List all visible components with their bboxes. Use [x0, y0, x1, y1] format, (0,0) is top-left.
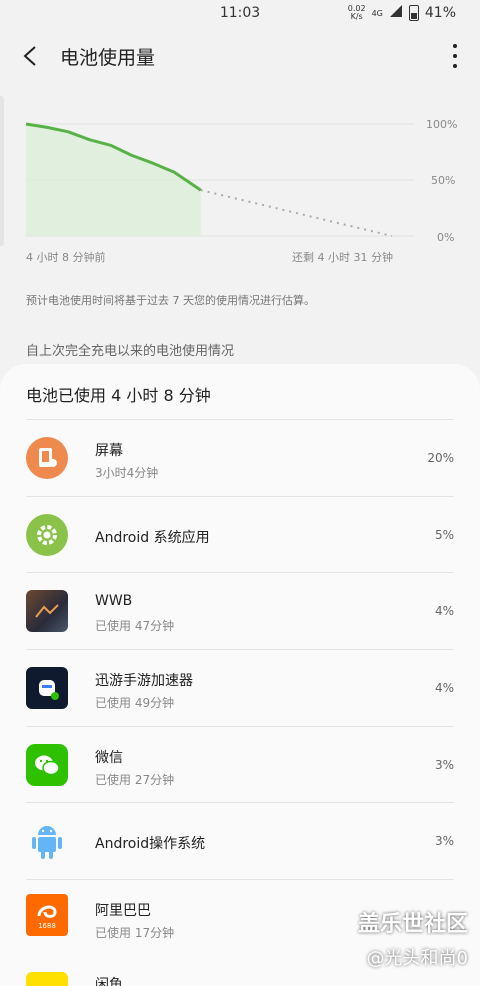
watermark-user: @光头和尚0 — [366, 948, 468, 969]
app-usage: 已使用 47分钟 — [95, 619, 175, 633]
app-name: 阿里巴巴 — [95, 903, 151, 919]
app-name: Android操作系统 — [95, 836, 206, 852]
app-percent: 20% — [427, 451, 454, 465]
back-arrow-icon — [23, 46, 36, 66]
android-icon — [26, 820, 68, 862]
app-usage: 已使用 17分钟 — [95, 926, 175, 940]
list-item-wwb[interactable]: WWB 已使用 47分钟 4% — [0, 573, 480, 649]
app-usage: 3小时4分钟 — [95, 466, 159, 480]
projection-line — [200, 189, 393, 237]
y-tick-label: 100% — [426, 118, 458, 131]
y-tick-label: 50% — [431, 174, 456, 187]
usage-area — [26, 124, 201, 236]
app-name: 屏幕 — [95, 443, 123, 459]
list-item-android-os[interactable]: Android操作系统 3% — [0, 803, 480, 879]
section-title: 自上次完全充电以来的电池使用情况 — [26, 344, 235, 359]
more-dot-icon — [453, 64, 457, 68]
status-bar: 11:03 0.02 K/s 4G 41% — [0, 0, 480, 26]
app-percent: 3% — [434, 758, 454, 772]
app-bar: 电池使用量 — [0, 26, 480, 86]
page-title: 电池使用量 — [60, 46, 156, 69]
battery-line-chart — [25, 122, 414, 237]
card-title: 电池已使用 4 小时 8 分钟 — [26, 386, 211, 405]
x-end-label: 还剩 4 小时 31 分钟 — [292, 251, 393, 264]
more-dot-icon — [453, 44, 457, 48]
app-name: Android 系统应用 — [95, 530, 210, 546]
wechat-icon — [26, 744, 68, 786]
estimate-note: 预计电池使用时间将基于过去 7 天您的使用情况进行估算。 — [26, 294, 315, 307]
app-percent: 4% — [434, 604, 454, 618]
game-icon — [26, 590, 68, 632]
app-name: WWB — [95, 593, 133, 609]
alibaba-badge: 1688 — [38, 922, 56, 930]
list-item-screen[interactable]: 屏幕 3小时4分钟 20% — [0, 420, 480, 496]
app-percent: 5% — [434, 528, 454, 542]
screen-icon — [26, 437, 68, 479]
battery-icon — [408, 5, 419, 21]
list-item-xunyou[interactable]: 迅游手游加速器 已使用 49分钟 4% — [0, 650, 480, 726]
list-item-wechat[interactable]: 微信 已使用 27分钟 3% — [0, 727, 480, 803]
alibaba-icon: 1688 — [26, 894, 68, 936]
app-percent: 3% — [434, 834, 454, 848]
x-start-label: 4 小时 8 分钟前 — [26, 251, 106, 264]
list-item-android-system-apps[interactable]: Android 系统应用 5% — [0, 497, 480, 573]
network-speed: 0.02 K/s — [347, 4, 366, 21]
watermark-community: 盖乐世社区 — [357, 912, 468, 937]
app-usage: 已使用 49分钟 — [95, 696, 175, 710]
app-usage: 已使用 27分钟 — [95, 773, 175, 787]
app-percent: 4% — [434, 681, 454, 695]
robot-icon — [26, 667, 68, 709]
status-icons: 0.02 K/s 4G 41% — [348, 4, 456, 22]
more-options-button[interactable] — [452, 44, 458, 68]
app-name: 闲鱼 — [95, 977, 123, 986]
battery-percent: 41% — [424, 5, 456, 21]
usage-card: 电池已使用 4 小时 8 分钟 屏幕 3小时4分钟 20% Android 系统… — [0, 364, 480, 986]
signal-icon — [389, 4, 403, 22]
network-type: 4G — [371, 8, 383, 18]
more-dot-icon — [453, 54, 457, 58]
battery-chart: 100% 50% 0% 4 小时 8 分钟前 还剩 4 小时 31 分钟 — [0, 86, 480, 276]
xianyu-icon — [26, 972, 68, 986]
gear-icon — [26, 514, 68, 556]
y-tick-label: 0% — [437, 231, 455, 244]
back-button[interactable] — [0, 26, 60, 86]
app-name: 微信 — [95, 750, 123, 766]
app-name: 迅游手游加速器 — [95, 673, 193, 689]
